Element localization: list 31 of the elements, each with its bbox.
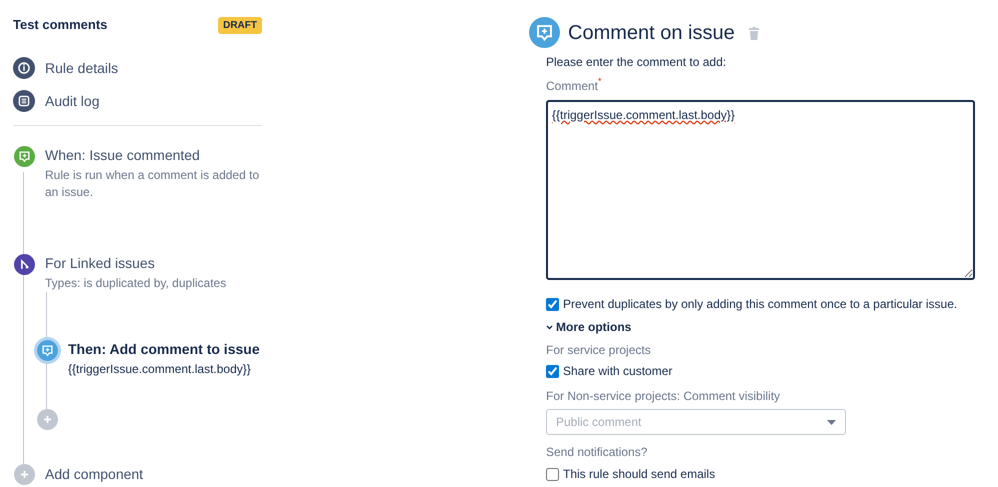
nav-item[interactable]: Audit log xyxy=(13,90,262,112)
list-icon xyxy=(13,90,35,112)
required-mark: * xyxy=(598,77,602,88)
component-description: Types: is duplicated by, duplicates xyxy=(45,275,228,292)
comment-field[interactable]: {{triggerIssue.comment.last.body}} xyxy=(546,100,975,280)
info-icon xyxy=(13,57,35,79)
nav-item[interactable]: Rule details xyxy=(13,57,262,79)
intro-text: Please enter the comment to add: xyxy=(546,54,728,70)
checkbox[interactable] xyxy=(546,364,559,378)
chevron-icon xyxy=(546,324,553,330)
more-options-toggle[interactable]: More options xyxy=(546,319,632,335)
panel-title: Comment on issue xyxy=(568,20,735,46)
add-component-button[interactable]: Add component xyxy=(14,464,144,485)
comment-icon xyxy=(529,17,560,48)
component-description: Rule is run when a comment is added to an issue. xyxy=(45,167,260,201)
status-badge: DRAFT xyxy=(218,16,262,34)
component-title[interactable]: For Linked issues xyxy=(45,254,262,272)
caret-icon xyxy=(827,420,836,424)
checkbox[interactable] xyxy=(546,298,559,310)
field-label: For Non-service projects: Comment visibility xyxy=(546,388,782,404)
rule-title: Test comments xyxy=(13,16,108,34)
component-title[interactable]: When: Issue commented xyxy=(45,146,262,164)
section-label: Send notifications? xyxy=(546,444,648,460)
component-description: {{triggerIssue.comment.last.body}} xyxy=(68,361,252,378)
checkbox[interactable] xyxy=(546,468,559,480)
checkbox-label[interactable]: Share with customer xyxy=(563,363,672,379)
component-title[interactable]: Then: Add comment to issue xyxy=(68,340,262,358)
checkbox-label[interactable]: This rule should send emails xyxy=(563,466,716,482)
section-label: For service projects xyxy=(546,342,652,358)
field-label: Comment xyxy=(546,79,598,95)
checkbox-label[interactable]: Prevent duplicates by only adding this comment once to a particular issue. xyxy=(563,296,958,312)
